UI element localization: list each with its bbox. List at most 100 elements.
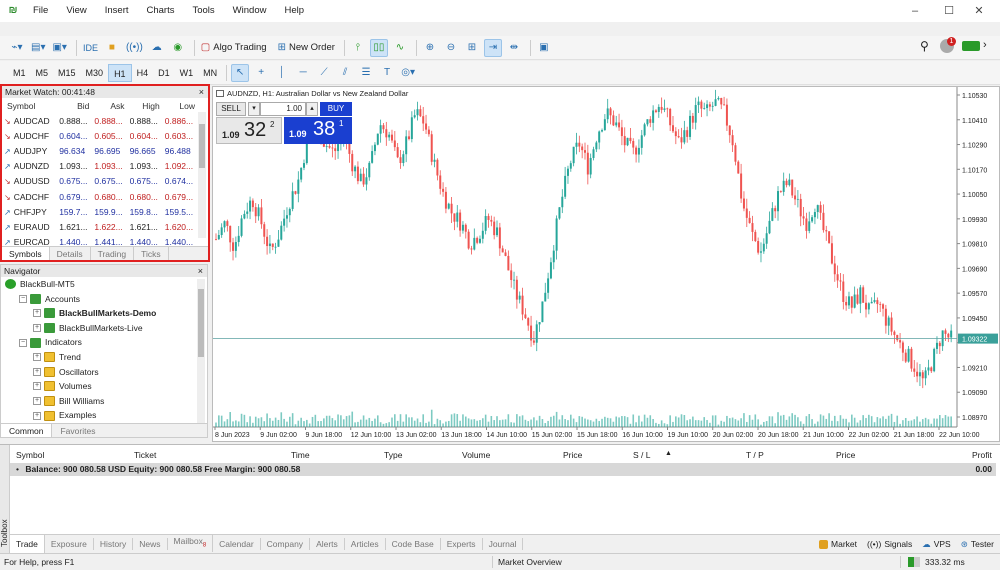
market-link[interactable]: Market [819,539,857,549]
cursor-icon[interactable]: ↖ [231,63,250,82]
menu-view[interactable]: View [57,0,95,22]
chart-type-icon[interactable]: ⌁▾ [8,39,26,57]
volume-down-icon[interactable]: ▾ [248,102,260,116]
expand-icon[interactable]: + [33,382,41,391]
column-header-bid[interactable]: Bid [57,98,92,113]
column-header-volume[interactable]: Volume [462,450,490,460]
timeframe-m30[interactable]: M30 [81,64,109,82]
column-header-time[interactable]: Time [291,450,310,460]
navigator-item[interactable]: BlackBull-MT5 [1,277,207,292]
navigator-item[interactable]: + Bill Williams [1,394,207,409]
column-header-low[interactable]: Low [163,98,198,113]
scrollbar-thumb[interactable] [198,289,204,357]
column-header-sl[interactable]: S / L [633,450,650,460]
tab-exposure[interactable]: Exposure [45,537,94,550]
tester-link[interactable]: ⊛ Tester [961,539,994,550]
timeframe-mn[interactable]: MN [198,64,222,82]
market-watch-row[interactable]: ↘ AUDCHF 0.604... 0.605... 0.604... 0.603... [2,128,198,143]
balance-row[interactable]: • Balance: 900 080.58 USD Equity: 900 08… [10,463,996,476]
menu-window[interactable]: Window [224,0,276,22]
column-header-ticket[interactable]: Ticket [134,450,156,460]
cloud-icon[interactable]: ☁ [148,39,166,57]
menu-charts[interactable]: Charts [138,0,184,22]
column-header-symbol[interactable]: Symbol [16,450,44,460]
menu-file[interactable]: File [24,0,57,22]
column-header-profit[interactable]: Profit [972,450,992,460]
column-header-price[interactable]: Price [563,450,582,460]
tab-articles[interactable]: Articles [345,537,386,550]
shapes-icon[interactable]: ◎▾ [399,64,417,82]
minimize-icon[interactable]: – [898,0,932,22]
market-watch-row[interactable]: ↗ EURAUD 1.621... 1.622... 1.621... 1.620... [2,219,198,234]
market-watch-row[interactable]: ↗ AUDJPY 96.634 96.695 96.665 96.488 [2,143,198,158]
navigator-item[interactable]: + Examples [1,408,207,423]
fibonacci-icon[interactable]: ☰ [357,64,375,82]
signal-icon[interactable]: ((•)) [124,39,145,57]
tab-calendar[interactable]: Calendar [213,537,261,550]
toolbox-strip[interactable]: Toolbox [0,445,10,553]
timeframe-m15[interactable]: M15 [53,64,81,82]
navigator-item[interactable]: − Indicators [1,335,207,350]
expand-icon[interactable]: + [33,397,41,406]
timeframe-h4[interactable]: H4 [132,64,154,82]
tab-news[interactable]: News [133,537,168,550]
navigator-scrollbar[interactable] [197,279,205,423]
close-icon[interactable]: × [198,265,203,277]
sell-button[interactable]: SELL [216,102,246,116]
market-watch-row[interactable]: ↘ AUDUSD 0.675... 0.675... 0.675... 0.674... [2,174,198,189]
market-overview-status[interactable]: Market Overview [498,554,562,570]
collapse-icon[interactable]: − [19,338,27,347]
navigator-item[interactable]: + Volumes [1,379,207,394]
market-watch-scrollbar[interactable] [198,112,206,238]
vertical-line-icon[interactable]: │ [273,64,291,82]
lock-icon[interactable]: ■ [103,39,121,57]
navigator-item[interactable]: + Trend [1,350,207,365]
timeframe-d1[interactable]: D1 [153,64,175,82]
expand-icon[interactable]: › [983,39,987,51]
market-watch-row[interactable]: ↘ AUDCAD 0.888... 0.888... 0.888... 0.886... [2,113,198,128]
column-header-tp[interactable]: T / P [746,450,764,460]
navigator-item[interactable]: + BlackBullMarkets-Live [1,321,207,336]
zoom-out-icon[interactable]: ⊖ [442,39,460,57]
tab-ticks[interactable]: Ticks [134,247,169,260]
price-chart[interactable]: 1.10530 1.10410 1.10290 1.10170 1.10050 1.099… [212,86,1000,442]
tab-code-base[interactable]: Code Base [386,537,441,550]
column-header-type[interactable]: Type [384,450,402,460]
tab-details[interactable]: Details [50,247,91,260]
expand-icon[interactable]: + [33,324,41,333]
navigator-item[interactable]: + Oscillators [1,365,207,380]
tab-history[interactable]: History [94,537,134,550]
profiles-icon[interactable]: ▣▾ [50,39,68,57]
column-header-price-current[interactable]: Price [836,450,855,460]
market-icon[interactable]: ◉ [169,39,187,57]
buy-price-box[interactable]: 1.09 38 1 [284,117,352,144]
chart-shift-icon[interactable]: ⇹ [505,39,523,57]
screenshot-icon[interactable]: ▣ [535,39,553,57]
scrollbar-thumb[interactable] [199,124,205,168]
expand-icon[interactable]: + [33,353,41,362]
column-header-ask[interactable]: Ask [92,98,127,113]
maximize-icon[interactable]: ☐ [932,0,966,22]
account-status-icon[interactable] [962,41,980,51]
tab-experts[interactable]: Experts [441,537,483,550]
bar-chart-icon[interactable]: ⫯ [349,39,367,57]
close-icon[interactable]: ✕ [962,0,996,22]
timeframe-h1[interactable]: H1 [108,63,132,82]
menu-tools[interactable]: Tools [183,0,223,22]
new-order-button[interactable]: ⊞ New Order [276,39,337,57]
vps-link[interactable]: ☁ VPS [922,539,951,550]
navigator-item[interactable]: − Accounts [1,292,207,307]
expand-icon[interactable]: + [33,367,41,376]
tab-trade[interactable]: Trade [10,534,45,553]
navigator-item[interactable]: + BlackBullMarkets-Demo [1,306,207,321]
zoom-in-icon[interactable]: ⊕ [421,39,439,57]
volume-input[interactable]: 1.00 [260,102,306,116]
column-header-symbol[interactable]: Symbol [2,98,57,113]
trendline-icon[interactable]: ⟋ [315,64,333,82]
candlestick-icon[interactable]: ▯▯ [369,38,388,57]
tab-favorites[interactable]: Favorites [52,424,103,437]
tab-alerts[interactable]: Alerts [310,537,345,550]
sell-price-box[interactable]: 1.09 32 2 [216,117,282,144]
horizontal-line-icon[interactable]: ─ [294,64,312,82]
buy-button[interactable]: BUY [320,102,352,116]
